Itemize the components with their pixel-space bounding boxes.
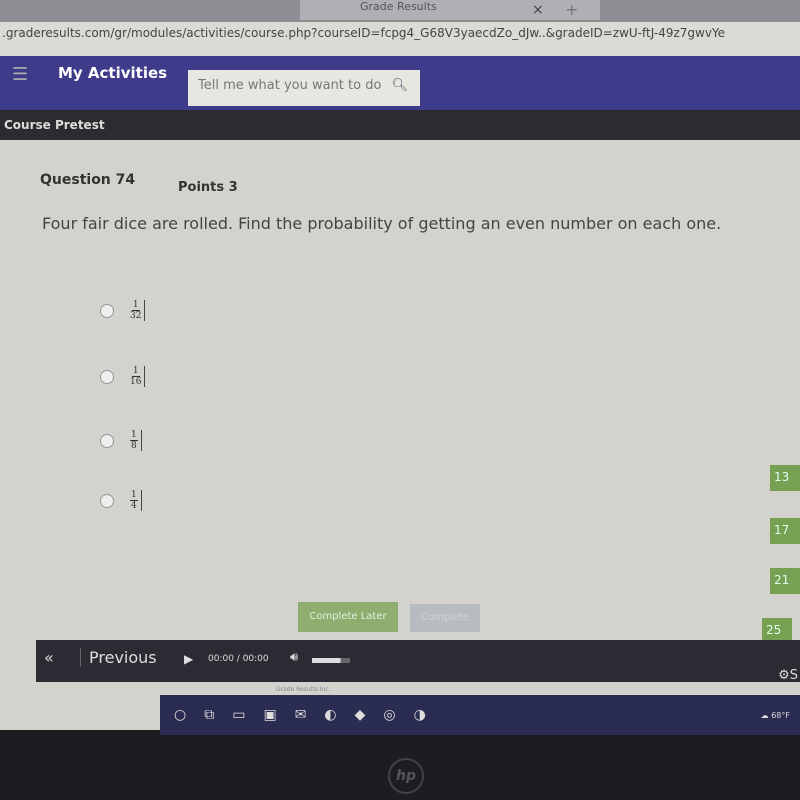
fraction: 1 16: [130, 366, 146, 387]
question-nav-21[interactable]: 21: [770, 568, 800, 594]
fraction: 14: [130, 490, 142, 511]
bottom-bar: « Previous ▶ 00:00 / 00:00 🔊︎ ⚙S: [36, 640, 800, 683]
file-explorer-icon[interactable]: ▭: [232, 707, 245, 723]
radio-button[interactable]: [100, 493, 114, 508]
search-input[interactable]: Tell me what you want to do 🔍︎: [188, 70, 420, 106]
my-activities-link[interactable]: My Activities: [58, 64, 167, 82]
dropbox-icon[interactable]: ◆: [355, 707, 366, 723]
radio-button[interactable]: [100, 433, 114, 448]
answer-option[interactable]: 1 16: [100, 366, 146, 387]
question-points: Points 3: [178, 180, 238, 195]
screen: Grade Results × + .graderesults.com/gr/m…: [0, 0, 800, 735]
edge-active-icon[interactable]: ◑: [414, 707, 426, 723]
volume-slider[interactable]: [312, 658, 350, 663]
complete-later-button[interactable]: Complete Later: [298, 602, 398, 632]
weather[interactable]: ☁ 68°F: [761, 711, 800, 720]
answer-option[interactable]: 18: [100, 430, 142, 451]
footer-text: Grade Results Inc.: [276, 686, 331, 693]
numerator: 1: [130, 490, 138, 501]
answer-option[interactable]: 14: [100, 490, 142, 511]
question-nav-13[interactable]: 13: [770, 465, 800, 491]
taskbar: ○ ⧉ ▭ ▣ ✉ ◐ ◆ ◎ ◑ ☁ 68°F: [160, 695, 800, 735]
search-icon[interactable]: 🔍︎: [391, 78, 408, 93]
complete-button[interactable]: Complete: [410, 604, 480, 632]
browser-tab[interactable]: Grade Results ×: [300, 0, 600, 20]
numerator: 1: [131, 366, 140, 377]
settings-label: S: [789, 668, 798, 683]
numerator: 1: [131, 300, 140, 311]
new-tab-icon[interactable]: +: [565, 0, 578, 19]
cloud-icon: ☁: [760, 710, 772, 720]
numerator: 1: [130, 430, 138, 441]
previous-button[interactable]: Previous: [80, 648, 157, 667]
hp-logo: hp: [388, 758, 424, 794]
radio-button[interactable]: [100, 303, 114, 318]
store-icon[interactable]: ▣: [263, 707, 276, 723]
top-nav: ☰ My Activities Tell me what you want to…: [0, 56, 800, 110]
answer-option[interactable]: 1 32: [100, 300, 146, 321]
gear-icon: ⚙: [778, 668, 790, 683]
radio-button[interactable]: [100, 369, 114, 384]
browser-tabbar: Grade Results × +: [0, 0, 800, 22]
denominator: 32: [130, 311, 142, 321]
search-placeholder: Tell me what you want to do: [198, 78, 382, 93]
course-title: Course Pretest: [4, 118, 105, 132]
play-icon[interactable]: ▶: [184, 652, 193, 666]
fraction: 1 32: [130, 300, 146, 321]
mail-icon[interactable]: ✉: [295, 707, 307, 723]
menu-icon[interactable]: ☰: [12, 64, 28, 85]
double-chevron-left-icon[interactable]: «: [44, 648, 54, 667]
audio-time: 00:00 / 00:00: [208, 654, 269, 664]
address-bar[interactable]: .graderesults.com/gr/modules/activities/…: [0, 22, 800, 56]
volume-icon[interactable]: 🔊︎: [290, 650, 298, 665]
question-nav-17[interactable]: 17: [770, 518, 800, 544]
tab-title: Grade Results: [360, 0, 437, 13]
settings-button[interactable]: ⚙S: [778, 668, 798, 683]
app-icon[interactable]: ◎: [383, 707, 395, 723]
question-number: Question 74: [40, 172, 136, 188]
edge-icon[interactable]: ◐: [324, 707, 336, 723]
course-header: Course Pretest: [0, 110, 800, 140]
denominator: 4: [131, 501, 137, 511]
close-tab-icon[interactable]: ×: [532, 2, 544, 18]
search-circle-icon[interactable]: ○: [174, 707, 186, 723]
weather-temp: 68°F: [771, 710, 790, 720]
fraction: 18: [130, 430, 142, 451]
denominator: 8: [131, 441, 137, 451]
question-text: Four fair dice are rolled. Find the prob…: [42, 214, 722, 233]
task-view-icon[interactable]: ⧉: [204, 707, 214, 723]
denominator: 16: [130, 377, 142, 387]
